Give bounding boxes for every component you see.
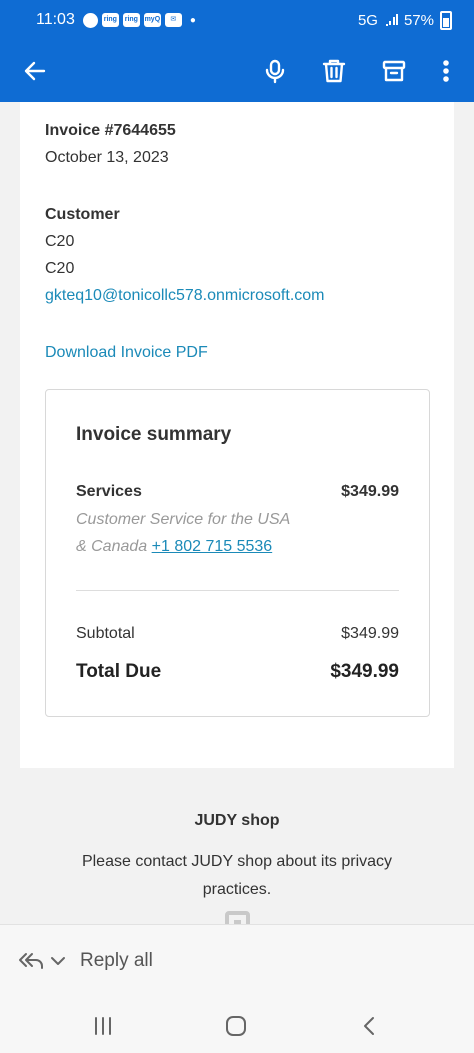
square-logo-icon bbox=[225, 911, 250, 924]
system-back-button[interactable] bbox=[344, 1006, 394, 1046]
subtotal-value: $349.99 bbox=[341, 625, 399, 642]
recents-button[interactable] bbox=[78, 1006, 128, 1046]
message-icon bbox=[82, 12, 98, 28]
service-price: $349.99 bbox=[341, 483, 399, 500]
customer-name: C20 bbox=[45, 233, 75, 250]
home-button[interactable] bbox=[211, 1006, 261, 1046]
service-phone-link[interactable]: +1 802 715 5536 bbox=[152, 538, 273, 555]
trash-icon bbox=[322, 59, 346, 83]
more-options-button[interactable] bbox=[423, 48, 469, 94]
outlook-icon: ✉ bbox=[164, 13, 182, 27]
archive-icon bbox=[382, 60, 406, 82]
battery-label: 57% bbox=[403, 11, 434, 29]
invoice-number: Invoice #7644655 bbox=[45, 122, 176, 139]
email-body[interactable]: Invoice #7644655 October 13, 2023 Custom… bbox=[0, 102, 474, 924]
service-name: Services bbox=[76, 483, 142, 500]
invoice-date: October 13, 2023 bbox=[45, 149, 169, 166]
reply-all-button[interactable]: Reply all bbox=[18, 950, 153, 972]
customer-heading: Customer bbox=[45, 206, 120, 223]
home-icon bbox=[226, 1016, 246, 1036]
more-notifications-dot: ● bbox=[189, 14, 196, 26]
download-invoice-link[interactable]: Download Invoice PDF bbox=[45, 344, 208, 362]
network-label: 5G bbox=[357, 11, 378, 29]
reply-all-label: Reply all bbox=[80, 949, 153, 971]
status-right: 5G 57% bbox=[357, 10, 452, 30]
back-button[interactable] bbox=[12, 48, 58, 94]
archive-button[interactable] bbox=[371, 48, 417, 94]
myq-icon: myQ bbox=[143, 13, 161, 27]
back-arrow-icon bbox=[24, 61, 46, 81]
privacy-text: Please contact JUDY shop about its priva… bbox=[81, 853, 393, 898]
back-icon bbox=[364, 1017, 374, 1035]
customer-email-link[interactable]: gkteq10@tonicollc578.onmicrosoft.com bbox=[45, 287, 325, 305]
delete-button[interactable] bbox=[311, 48, 357, 94]
total-due-label: Total Due bbox=[76, 661, 162, 682]
ring-icon: ring bbox=[101, 13, 119, 27]
service-description: Customer Service for the USA bbox=[76, 511, 291, 528]
recents-icon bbox=[95, 1017, 111, 1035]
microphone-button[interactable] bbox=[252, 48, 298, 94]
status-time: 11:03 bbox=[36, 11, 75, 28]
status-bar: 11:03 ring ring myQ ✉ ● 5G 57% bbox=[0, 0, 474, 40]
total-due-value: $349.99 bbox=[330, 661, 399, 682]
battery-icon bbox=[440, 10, 452, 30]
summary-title: Invoice summary bbox=[76, 424, 232, 445]
service-description-text: & Canada bbox=[76, 538, 148, 555]
microphone-icon bbox=[265, 59, 285, 84]
more-vertical-icon bbox=[443, 60, 449, 82]
app-bar bbox=[0, 40, 474, 102]
chevron-down-icon[interactable] bbox=[50, 955, 66, 967]
reply-all-icon bbox=[19, 952, 43, 969]
service-description-line2: & Canada +1 802 715 5536 bbox=[76, 538, 272, 556]
invoice-summary-box: Invoice summary Services $349.99 Custome… bbox=[45, 389, 430, 717]
shop-name: JUDY shop bbox=[194, 812, 280, 829]
summary-divider bbox=[76, 590, 399, 591]
ring-icon: ring bbox=[122, 13, 140, 27]
reply-bar: Reply all bbox=[0, 924, 474, 996]
subtotal-label: Subtotal bbox=[76, 625, 135, 642]
signal-icon bbox=[385, 14, 398, 26]
customer-company: C20 bbox=[45, 260, 75, 277]
system-nav-bar bbox=[0, 996, 474, 1053]
notification-icons: ring ring myQ ✉ bbox=[82, 12, 182, 28]
